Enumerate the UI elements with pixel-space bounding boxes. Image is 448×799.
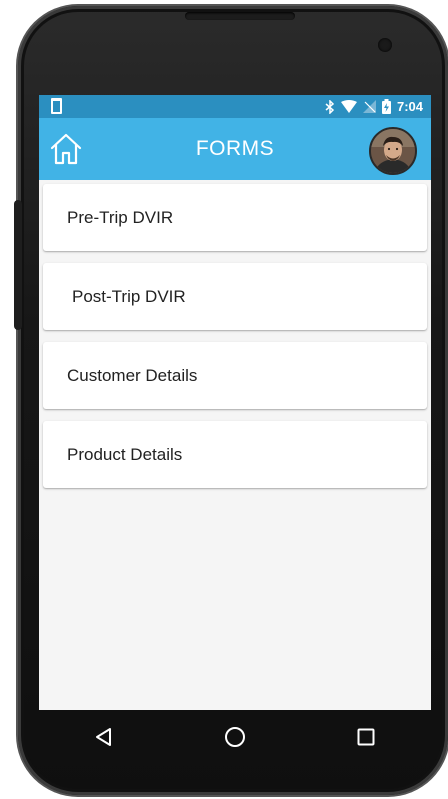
phone-speaker xyxy=(185,12,295,20)
list-item-post-trip-dvir[interactable]: Post-Trip DVIR xyxy=(43,263,427,330)
list-item-customer-details[interactable]: Customer Details xyxy=(43,342,427,409)
app-bar: FORMS xyxy=(39,118,431,180)
android-nav-bar xyxy=(39,710,431,764)
list-item-label: Product Details xyxy=(67,445,183,464)
home-button[interactable] xyxy=(49,132,83,166)
phone-icon xyxy=(51,98,62,114)
status-icons: 7:04 xyxy=(325,95,423,118)
list-item-label: Post-Trip DVIR xyxy=(72,287,186,306)
home-nav-button[interactable] xyxy=(215,717,255,757)
recents-button[interactable] xyxy=(346,717,386,757)
list-item-pre-trip-dvir[interactable]: Pre-Trip DVIR xyxy=(43,184,427,251)
wifi-icon xyxy=(340,100,357,113)
avatar-photo xyxy=(371,129,415,173)
user-avatar[interactable] xyxy=(369,127,417,175)
no-signal-icon xyxy=(362,100,376,113)
screen: 7:04 FORMS Pre-Trip DVIR Post-Trip DVIR … xyxy=(39,95,431,710)
front-camera xyxy=(378,38,392,52)
back-button[interactable] xyxy=(84,717,124,757)
home-circle-icon xyxy=(224,727,245,747)
battery-charging-icon xyxy=(381,99,391,114)
home-icon xyxy=(50,133,82,165)
status-bar: 7:04 xyxy=(39,95,431,118)
back-icon xyxy=(96,728,112,746)
list-item-product-details[interactable]: Product Details xyxy=(43,421,427,488)
phone-side-button xyxy=(14,200,22,330)
recents-icon xyxy=(357,728,375,746)
status-time: 7:04 xyxy=(396,99,423,114)
list-item-label: Pre-Trip DVIR xyxy=(67,208,174,227)
list-item-label: Customer Details xyxy=(67,366,198,385)
bluetooth-icon xyxy=(325,99,335,114)
